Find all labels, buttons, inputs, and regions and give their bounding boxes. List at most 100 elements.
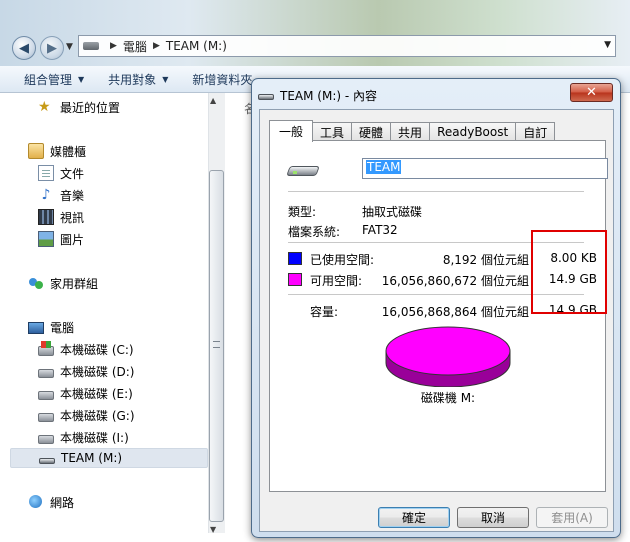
sidebar-item-label: 本機磁碟 (G:)	[60, 408, 135, 423]
usb-drive-icon	[258, 93, 274, 100]
used-space-label: 已使用空間:	[310, 253, 375, 267]
dialog-title: TEAM (M:) - 內容	[280, 89, 378, 103]
scrollbar-grip-icon	[213, 341, 220, 348]
sidebar-item-recent[interactable]: ★ 最近的位置	[38, 97, 120, 117]
sidebar-item-label: 圖片	[60, 232, 85, 247]
sidebar-item-drive-m[interactable]: TEAM (M:)	[10, 448, 208, 468]
used-space-swatch	[288, 252, 302, 265]
picture-icon	[38, 231, 54, 247]
type-label: 類型:	[288, 205, 317, 219]
new-folder-button[interactable]: 新增資料夾	[192, 71, 252, 88]
usb-drive-icon	[286, 161, 322, 179]
sidebar-item-music[interactable]: ♪ 音樂	[38, 185, 84, 205]
file-system-value: FAT32	[362, 223, 398, 237]
dialog-body: 一般 工具 硬體 共用 ReadyBoost 自訂 TEAM 類型: 抽取式磁碟…	[259, 109, 614, 532]
capacity-label: 容量:	[310, 305, 339, 319]
sidebar-item-documents[interactable]: 文件	[38, 163, 84, 183]
ok-button[interactable]: 確定	[378, 507, 450, 528]
hard-drive-icon	[38, 412, 54, 422]
sidebar-item-label: 本機磁碟 (D:)	[60, 364, 135, 379]
sidebar-item-drive-g[interactable]: 本機磁碟 (G:)	[38, 405, 135, 425]
share-with-button[interactable]: 共用對象 ▼	[108, 71, 168, 88]
tab-general[interactable]: 一般	[269, 120, 314, 142]
sidebar-item-drive-c[interactable]: 本機磁碟 (C:)	[38, 339, 134, 359]
tab-readyboost[interactable]: ReadyBoost	[429, 122, 517, 141]
organize-label: 組合管理	[24, 72, 73, 87]
volume-name-selected-text: TEAM	[366, 160, 402, 174]
scroll-up-arrow-icon[interactable]: ▲	[210, 96, 216, 105]
breadcrumb-computer[interactable]: 電腦	[123, 38, 147, 55]
sidebar-item-homegroup[interactable]: 家用群組	[28, 273, 98, 293]
general-tab-panel: TEAM 類型: 抽取式磁碟 檔案系統: FAT32 已使用空間: 8,192 …	[269, 140, 608, 492]
tab-hardware[interactable]: 硬體	[351, 122, 392, 141]
computer-mini-icon	[83, 42, 99, 50]
tab-sharing[interactable]: 共用	[390, 122, 431, 141]
address-dropdown-icon[interactable]: ▼	[604, 40, 611, 50]
usb-drive-icon	[39, 458, 55, 464]
sidebar-item-computer[interactable]: 電腦	[28, 317, 74, 337]
capacity-bytes: 16,056,868,864 個位元組	[381, 305, 529, 319]
breadcrumb-separator-icon[interactable]: ▶	[110, 41, 117, 51]
sidebar-item-drive-e[interactable]: 本機磁碟 (E:)	[38, 383, 133, 403]
tab-customize[interactable]: 自訂	[515, 122, 556, 141]
back-arrow-icon: ◀	[19, 40, 29, 56]
scroll-down-arrow-icon[interactable]: ▼	[210, 525, 216, 534]
free-space-label: 可用空間:	[310, 274, 363, 288]
sidebar-item-label: 媒體櫃	[50, 144, 87, 159]
sidebar-item-label: TEAM (M:)	[61, 451, 123, 465]
sidebar-item-label: 文件	[60, 166, 85, 181]
navigation-pane: ★ 最近的位置 媒體櫃 文件 ♪ 音樂 視訊 圖片 家用群組 電腦 本機磁碟 (…	[0, 93, 210, 542]
used-space-bytes: 8,192 個位元組	[442, 253, 529, 267]
sidebar-item-pictures[interactable]: 圖片	[38, 229, 84, 249]
highlight-annotation-box	[531, 230, 607, 314]
sidebar-item-label: 視訊	[60, 210, 85, 225]
documents-icon	[38, 165, 54, 181]
disk-usage-pie-chart	[385, 326, 511, 387]
libraries-icon	[28, 143, 44, 159]
homegroup-icon	[28, 275, 44, 291]
address-bar[interactable]: ▶ 電腦 ▶ TEAM (M:) ▼	[78, 35, 616, 57]
pie-free-slice	[385, 326, 511, 376]
free-space-bytes: 16,056,860,672 個位元組	[381, 274, 529, 288]
tab-strip: 一般 工具 硬體 共用 ReadyBoost 自訂	[269, 120, 556, 142]
dialog-titlebar[interactable]: TEAM (M:) - 內容	[258, 87, 377, 104]
sidebar-item-label: 最近的位置	[60, 100, 121, 115]
chevron-down-icon: ▼	[78, 74, 85, 84]
apply-button[interactable]: 套用(A)	[536, 507, 608, 528]
sidebar-item-label: 網路	[50, 495, 75, 510]
recent-pages-dropdown-icon[interactable]: ▼	[66, 42, 73, 52]
tab-tools[interactable]: 工具	[312, 122, 353, 141]
recent-places-icon: ★	[38, 99, 51, 115]
music-note-icon: ♪	[41, 187, 51, 203]
forward-button[interactable]: ▶	[40, 36, 64, 60]
close-button[interactable]: ✕	[570, 83, 613, 102]
film-strip-icon	[38, 209, 54, 225]
breadcrumb-current[interactable]: TEAM (M:)	[166, 39, 227, 53]
sidebar-item-label: 本機磁碟 (C:)	[60, 342, 134, 357]
share-with-label: 共用對象	[108, 72, 157, 87]
sidebar-item-label: 電腦	[50, 320, 75, 335]
sidebar-item-label: 音樂	[60, 188, 85, 203]
sidebar-item-label: 本機磁碟 (E:)	[60, 386, 133, 401]
new-folder-label: 新增資料夾	[192, 72, 253, 87]
close-icon: ✕	[586, 85, 597, 100]
sidebar-item-network[interactable]: 網路	[28, 492, 74, 512]
back-button[interactable]: ◀	[12, 36, 36, 60]
file-system-label: 檔案系統:	[288, 225, 341, 239]
type-value: 抽取式磁碟	[362, 205, 423, 219]
chevron-down-icon: ▼	[162, 74, 169, 84]
sidebar-item-label: 家用群組	[50, 276, 99, 291]
sidebar-item-libraries[interactable]: 媒體櫃	[28, 141, 86, 161]
organize-button[interactable]: 組合管理 ▼	[24, 71, 84, 88]
sidebar-item-drive-d[interactable]: 本機磁碟 (D:)	[38, 361, 134, 381]
forward-arrow-icon: ▶	[47, 40, 57, 56]
breadcrumb-separator-icon[interactable]: ▶	[153, 41, 160, 51]
free-space-swatch	[288, 273, 302, 286]
sidebar-item-drive-i[interactable]: 本機磁碟 (I:)	[38, 427, 129, 447]
sidebar-item-label: 本機磁碟 (I:)	[60, 430, 129, 445]
sidebar-item-videos[interactable]: 視訊	[38, 207, 84, 227]
cancel-button[interactable]: 取消	[457, 507, 529, 528]
system-drive-icon	[38, 341, 54, 356]
volume-name-input[interactable]: TEAM	[362, 158, 608, 179]
drive-caption: 磁碟機 M:	[420, 391, 476, 405]
